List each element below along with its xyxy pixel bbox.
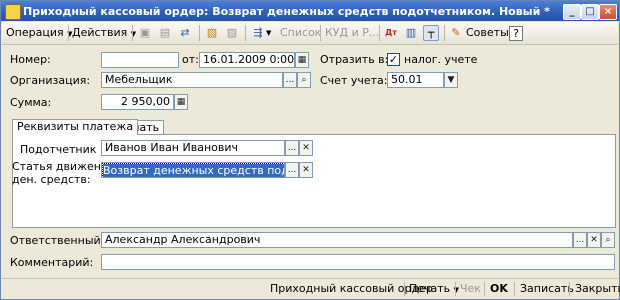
advice-button[interactable]: Советы: [466, 25, 509, 41]
dropdown-icon[interactable]: ▼: [444, 72, 458, 88]
kudir-button[interactable]: КУД и Р...: [325, 25, 379, 41]
ellipsis-icon[interactable]: ...: [285, 162, 299, 178]
debit-credit-icon[interactable]: Дт: [383, 25, 399, 41]
operation-menu-label: Операция: [6, 26, 64, 39]
number-label: Номер:: [10, 53, 51, 66]
tab-payment-details[interactable]: Реквизиты платежа: [12, 119, 139, 135]
report-icon[interactable]: ▥: [403, 25, 419, 41]
cashflow-label-line2: ден. средств:: [12, 173, 91, 186]
accountable-label: Подотчетник: [20, 143, 97, 156]
tax-accounting-checkbox[interactable]: ✓: [387, 53, 400, 66]
sum-field[interactable]: 2 950,00: [101, 94, 174, 110]
toolbar-separator: [68, 25, 69, 41]
ellipsis-icon[interactable]: ...: [573, 232, 587, 248]
clear-icon[interactable]: ✕: [299, 140, 313, 156]
command-separator: [484, 282, 485, 296]
add-icon[interactable]: ▣: [137, 25, 153, 41]
cashflow-value: Возврат денежных средств подотчетным: [102, 163, 284, 177]
help-button[interactable]: ?: [509, 26, 523, 41]
account-field[interactable]: 50.01: [387, 72, 444, 88]
sum-label: Сумма:: [10, 96, 52, 109]
command-bar: Приходный кассовый ордер Печать ▼ Чек OK…: [2, 278, 620, 299]
toolbar-separator: [199, 25, 200, 41]
calendar-icon[interactable]: ▦: [295, 52, 309, 68]
command-separator: [455, 282, 456, 296]
responsible-label: Ответственный:: [10, 234, 105, 247]
number-field[interactable]: [101, 52, 179, 68]
actions-menu[interactable]: Действия ▼: [72, 25, 136, 41]
command-separator: [514, 282, 515, 296]
close-button[interactable]: Закрыть: [575, 282, 620, 296]
based-on-icon[interactable]: ⇶: [250, 25, 266, 41]
toolbar-separator: [320, 25, 321, 41]
toolbar-separator: [132, 25, 133, 41]
toolbar-separator: [444, 25, 445, 41]
structure-icon[interactable]: ┬: [423, 25, 439, 41]
document-icon: [5, 4, 21, 20]
advice-icon: ✎: [451, 26, 461, 39]
date-label: от:: [182, 53, 199, 66]
search-icon[interactable]: ⌕: [601, 232, 615, 248]
list-button[interactable]: Список: [280, 25, 321, 41]
responsible-field[interactable]: Александр Александрович: [101, 232, 573, 248]
refresh-icon[interactable]: ⇄: [177, 25, 193, 41]
toolbar-separator: [245, 25, 246, 41]
command-separator: [569, 282, 570, 296]
window-title: Приходный кассовый ордер: Возврат денежн…: [23, 5, 550, 18]
comment-field[interactable]: [101, 254, 615, 270]
document-window: Приходный кассовый ордер: Возврат денежн…: [0, 0, 620, 300]
minimize-button[interactable]: _: [563, 4, 581, 20]
comment-label: Комментарий:: [10, 256, 94, 269]
close-window-button[interactable]: ×: [599, 4, 617, 20]
toolbar: Операция ▼ Действия ▼ ▣ ▤ ⇄ ▧ ▨ ⇶ ▼ Спис…: [2, 22, 618, 45]
date-field[interactable]: 16.01.2009 0:00:00: [199, 52, 295, 68]
unpost-document-icon[interactable]: ▨: [224, 25, 240, 41]
print-menu-label: Печать: [409, 282, 451, 295]
accountable-field[interactable]: Иванов Иван Иванович: [101, 140, 285, 156]
ellipsis-icon[interactable]: ...: [283, 72, 297, 88]
save-button[interactable]: Записать: [520, 282, 574, 296]
cashflow-field[interactable]: Возврат денежных средств подотчетным: [101, 162, 285, 178]
organization-label: Организация:: [10, 74, 91, 87]
chevron-down-icon[interactable]: ▼: [266, 25, 271, 41]
operation-menu[interactable]: Операция ▼: [6, 25, 73, 41]
toolbar-separator: [379, 25, 380, 41]
cashflow-label-line1: Статья движения: [12, 160, 115, 173]
ok-button[interactable]: OK: [490, 282, 508, 296]
search-icon[interactable]: ⌕: [297, 72, 311, 88]
actions-menu-label: Действия: [72, 26, 128, 39]
copy-icon[interactable]: ▤: [157, 25, 173, 41]
maximize-button[interactable]: □: [581, 4, 599, 20]
clear-icon[interactable]: ✕: [587, 232, 601, 248]
reflect-label: Отразить в:: [320, 53, 389, 66]
check-button[interactable]: Чек: [460, 282, 481, 296]
title-bar: Приходный кассовый ордер: Возврат денежн…: [1, 1, 619, 21]
tax-accounting-label: налог. учете: [404, 53, 478, 66]
account-label: Счет учета:: [320, 74, 388, 87]
post-document-icon[interactable]: ▧: [204, 25, 220, 41]
organization-field[interactable]: Мебельщик: [101, 72, 283, 88]
calculator-icon[interactable]: ▦: [174, 94, 188, 110]
ellipsis-icon[interactable]: ...: [285, 140, 299, 156]
print-menu[interactable]: Печать ▼: [409, 282, 459, 296]
clear-icon[interactable]: ✕: [299, 162, 313, 178]
command-separator: [404, 282, 405, 296]
